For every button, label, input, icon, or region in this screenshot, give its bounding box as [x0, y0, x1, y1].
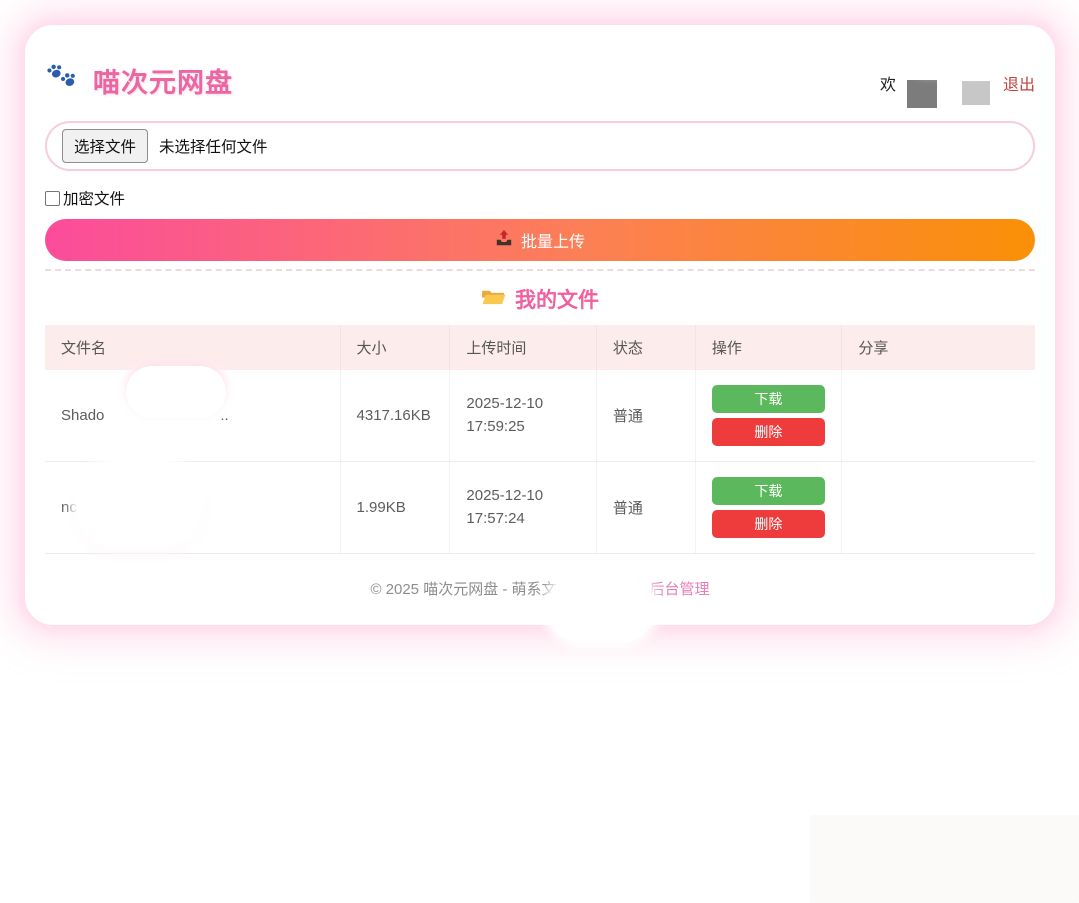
open-folder-icon: [481, 287, 506, 312]
paw-prints-icon: [45, 61, 83, 100]
welcome-text: 欢: [880, 71, 896, 95]
no-file-selected-text: 未选择任何文件: [159, 135, 268, 157]
upload-time-cell: 2025-12-10 17:57:24: [450, 462, 597, 554]
column-header-share: 分享: [842, 325, 1035, 370]
footer: © 2025 喵次元网盘 - 萌系文件分享 后台管理: [45, 578, 1035, 599]
table-header-row: 文件名 大小 上传时间 状态 操作 分享: [45, 325, 1035, 370]
actions-cell: 下载 删除: [695, 462, 842, 554]
size-cell: 4317.16KB: [340, 370, 450, 462]
choose-file-button[interactable]: 选择文件: [62, 129, 148, 163]
outbox-tray-icon: [495, 229, 513, 252]
status-cell: 普通: [596, 370, 695, 462]
redacted-username-block: [907, 80, 937, 108]
page-title: 喵次元网盘: [93, 61, 233, 100]
column-header-size: 大小: [340, 325, 450, 370]
status-cell: 普通: [596, 462, 695, 554]
encrypt-label: 加密文件: [63, 187, 125, 209]
corner-overlay: [810, 815, 1079, 903]
redaction-blob: [76, 461, 202, 547]
column-header-upload-time: 上传时间: [450, 325, 597, 370]
column-header-filename: 文件名: [45, 325, 340, 370]
filename-text: Shado: [61, 407, 104, 424]
batch-upload-button[interactable]: 批量上传: [45, 219, 1035, 261]
size-cell: 1.99KB: [340, 462, 450, 554]
user-area: 欢 退出: [880, 67, 1035, 108]
my-files-heading-label: 我的文件: [515, 284, 599, 314]
redaction-blob: [908, 37, 1000, 71]
share-cell: [842, 462, 1035, 554]
filename-text: nc: [61, 499, 77, 516]
upload-time-cell: 2025-12-10 17:59:25: [450, 370, 597, 462]
column-header-actions: 操作: [695, 325, 842, 370]
filename-text-end: ..: [220, 407, 228, 424]
delete-button[interactable]: 删除: [712, 418, 825, 446]
download-button[interactable]: 下载: [712, 385, 825, 413]
encrypt-option-row: 加密文件: [45, 188, 1035, 208]
my-files-heading: 我的文件: [45, 284, 1035, 314]
redaction-blob: [126, 366, 226, 418]
file-input-area: 选择文件 未选择任何文件: [45, 121, 1035, 171]
column-header-status: 状态: [596, 325, 695, 370]
logout-link[interactable]: 退出: [1003, 71, 1035, 95]
batch-upload-label: 批量上传: [521, 228, 585, 252]
redaction-blob: [548, 574, 654, 642]
admin-link-label: 后台管理: [650, 578, 710, 599]
actions-cell: 下载 删除: [695, 370, 842, 462]
share-cell: [842, 370, 1035, 462]
encrypt-checkbox[interactable]: [45, 191, 60, 206]
redacted-username-block: [962, 81, 990, 105]
brand: 喵次元网盘: [45, 61, 233, 100]
topbar: 喵次元网盘 欢 退出: [45, 61, 1035, 101]
delete-button[interactable]: 删除: [712, 510, 825, 538]
section-divider: [45, 269, 1035, 271]
download-button[interactable]: 下载: [712, 477, 825, 505]
